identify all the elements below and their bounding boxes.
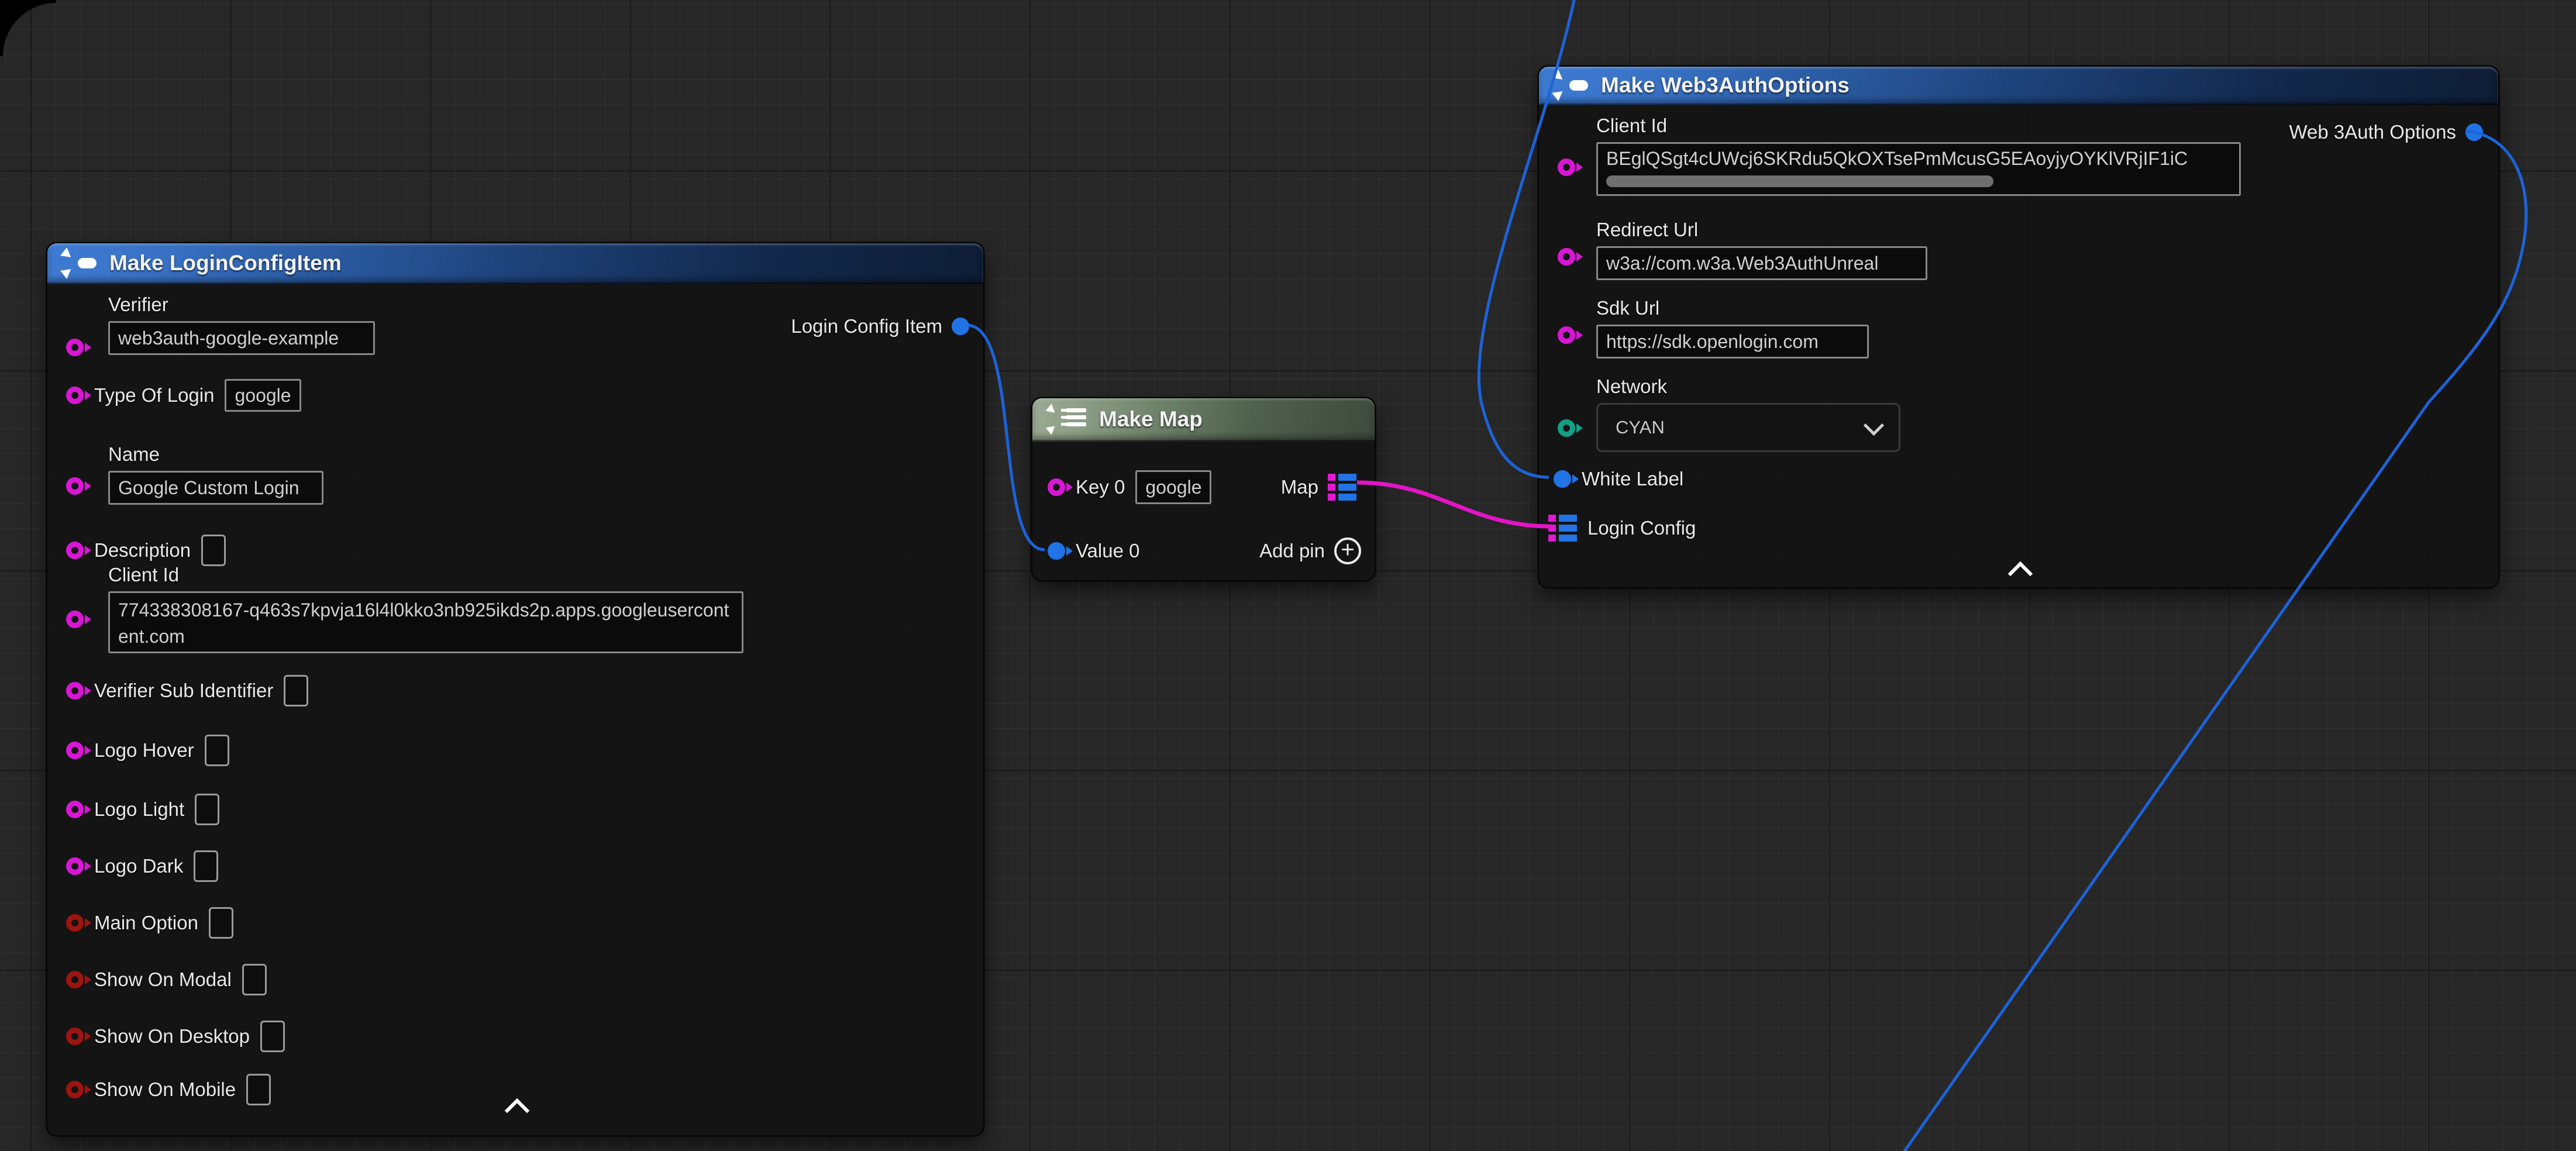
network-dropdown[interactable]: CYAN <box>1596 403 1900 452</box>
add-pin-button[interactable]: + <box>1334 537 1361 564</box>
main-option-checkbox[interactable] <box>209 907 233 939</box>
show-on-desktop-label: Show On Desktop <box>94 1025 250 1047</box>
logo-hover-label: Logo Hover <box>94 739 194 761</box>
name-input[interactable]: Google Custom Login <box>108 471 323 505</box>
logo-dark-label: Logo Dark <box>94 855 183 877</box>
logo-dark-pin[interactable] <box>66 857 84 875</box>
node-title: Make Web3AuthOptions <box>1601 73 1850 98</box>
sdk-url-label: Sdk Url <box>1596 297 1869 319</box>
client-id-label: Client Id <box>1596 115 2241 137</box>
login-config-label: Login Config <box>1587 517 1696 539</box>
show-on-desktop-pin[interactable] <box>66 1028 84 1045</box>
name-pin[interactable] <box>66 477 84 495</box>
map-output-pin[interactable] <box>1328 474 1356 501</box>
make-map-icon <box>1048 406 1086 433</box>
node-make-web3auth-options[interactable]: Make Web3AuthOptions Web 3Auth Options C… <box>1538 66 2499 588</box>
chevron-down-icon <box>1864 415 1884 435</box>
redirect-url-pin[interactable] <box>1558 248 1575 266</box>
make-struct-icon <box>1554 73 1588 98</box>
collapse-node-button[interactable] <box>2008 561 2033 586</box>
client-id-input[interactable]: 774338308167-q463s7kpvja16l4l0kko3nb925i… <box>108 591 743 653</box>
node-title: Make Map <box>1099 407 1203 432</box>
web3auth-options-output-pin[interactable] <box>2465 123 2483 141</box>
redirect-url-label: Redirect Url <box>1596 219 1927 241</box>
key-0-label: Key 0 <box>1076 476 1125 498</box>
show-on-mobile-label: Show On Mobile <box>94 1078 236 1101</box>
white-label-pin[interactable] <box>1554 470 1571 488</box>
logo-light-label: Logo Light <box>94 798 184 821</box>
show-on-modal-pin[interactable] <box>66 971 84 988</box>
sdk-url-pin[interactable] <box>1558 326 1575 344</box>
add-pin-label: Add pin <box>1259 540 1325 562</box>
network-label: Network <box>1596 375 1900 398</box>
value-0-label: Value 0 <box>1076 540 1139 562</box>
verifier-sub-identifier-checkbox[interactable] <box>284 675 308 707</box>
main-option-label: Main Option <box>94 912 198 934</box>
name-label: Name <box>108 443 323 466</box>
output-pin-label: Login Config Item <box>791 315 942 337</box>
client-id-scrollbar[interactable] <box>1606 175 1993 187</box>
value-0-pin[interactable] <box>1048 542 1065 560</box>
description-checkbox[interactable] <box>201 535 226 566</box>
key-0-pin[interactable] <box>1048 478 1065 496</box>
logo-light-pin[interactable] <box>66 801 84 818</box>
network-pin[interactable] <box>1558 419 1575 437</box>
node-header-make-map[interactable]: Make Map <box>1032 398 1375 442</box>
network-selected-value: CYAN <box>1616 417 1665 438</box>
show-on-desktop-checkbox[interactable] <box>260 1021 285 1052</box>
make-struct-icon <box>63 250 97 276</box>
redirect-url-input[interactable]: w3a://com.w3a.Web3AuthUnreal <box>1596 246 1927 280</box>
main-option-pin[interactable] <box>66 914 84 932</box>
node-header-make-web3auth-options[interactable]: Make Web3AuthOptions <box>1539 67 2498 105</box>
description-label: Description <box>94 539 191 561</box>
verifier-label: Verifier <box>108 294 375 316</box>
node-header-make-login-config-item[interactable]: Make LoginConfigItem <box>47 243 983 284</box>
sdk-url-input[interactable]: https://sdk.openlogin.com <box>1596 325 1869 359</box>
login-config-item-output-pin[interactable] <box>952 318 969 335</box>
logo-hover-checkbox[interactable] <box>205 735 229 766</box>
node-title: Make LoginConfigItem <box>109 251 342 275</box>
login-config-pin[interactable] <box>1548 515 1577 542</box>
show-on-mobile-checkbox[interactable] <box>246 1074 271 1105</box>
logo-light-checkbox[interactable] <box>195 794 219 825</box>
map-output-label: Map <box>1281 476 1318 498</box>
verifier-pin[interactable] <box>66 339 84 356</box>
wire-map-to-login-config[interactable] <box>1357 483 1551 526</box>
client-id-label: Client Id <box>108 564 743 586</box>
verifier-input[interactable]: web3auth-google-example <box>108 321 375 355</box>
type-of-login-label: Type Of Login <box>94 384 214 406</box>
client-id-pin[interactable] <box>1558 158 1575 176</box>
node-make-map[interactable]: Make Map Key 0 google Map Value 0 Add pi… <box>1031 397 1376 581</box>
window-corner <box>0 0 56 56</box>
show-on-mobile-pin[interactable] <box>66 1081 84 1098</box>
verifier-sub-identifier-pin[interactable] <box>66 682 84 699</box>
description-pin[interactable] <box>66 542 84 559</box>
collapse-node-button[interactable] <box>505 1098 529 1123</box>
client-id-input[interactable]: BEglQSgt4cUWcj6SKRdu5QkOXTsePmMcusG5EAoy… <box>1596 142 2241 196</box>
client-id-text: BEglQSgt4cUWcj6SKRdu5QkOXTsePmMcusG5EAoy… <box>1606 148 2231 170</box>
blueprint-graph-canvas[interactable]: Make LoginConfigItem Login Config Item V… <box>0 0 2576 1151</box>
show-on-modal-label: Show On Modal <box>94 969 232 991</box>
type-of-login-pin[interactable] <box>66 387 84 404</box>
show-on-modal-checkbox[interactable] <box>242 964 267 995</box>
verifier-sub-identifier-label: Verifier Sub Identifier <box>94 680 273 702</box>
white-label-label: White Label <box>1582 468 1683 490</box>
client-id-pin[interactable] <box>66 611 84 628</box>
output-pin-label: Web 3Auth Options <box>2289 121 2456 143</box>
logo-dark-checkbox[interactable] <box>194 850 218 882</box>
key-0-input[interactable]: google <box>1135 470 1211 504</box>
logo-hover-pin[interactable] <box>66 742 84 759</box>
type-of-login-input[interactable]: google <box>225 379 301 412</box>
node-make-login-config-item[interactable]: Make LoginConfigItem Login Config Item V… <box>46 242 984 1136</box>
